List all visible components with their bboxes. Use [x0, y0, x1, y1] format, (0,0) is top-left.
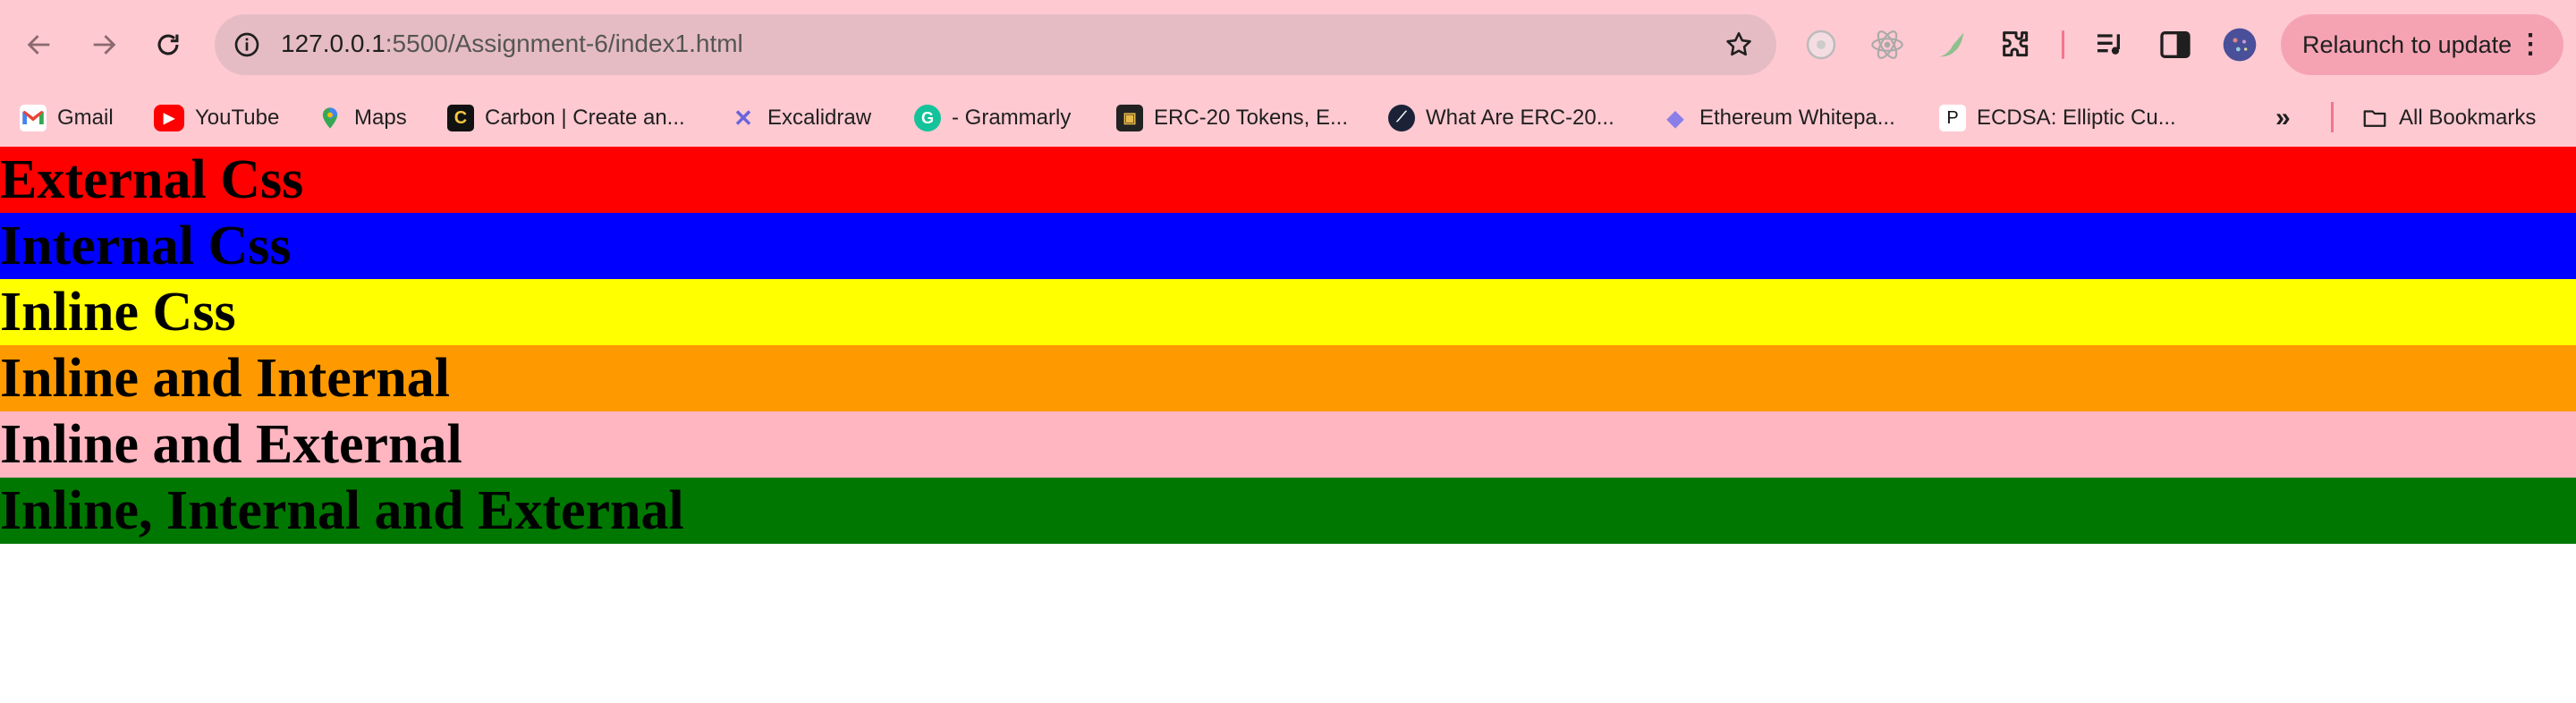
bookmark-label: Ethereum Whitepa...	[1699, 106, 1895, 130]
bookmark-label: ERC-20 Tokens, E...	[1154, 106, 1348, 130]
bookmark-star-icon[interactable]	[1721, 27, 1757, 63]
toolbar-separator	[2062, 30, 2064, 59]
bookmark-label: Maps	[354, 106, 407, 130]
address-bar[interactable]: 127.0.0.1:5500/Assignment-6/index1.html	[215, 14, 1776, 75]
bookmarks-overflow-button[interactable]: »	[2275, 98, 2291, 138]
youtube-icon: ▶	[154, 105, 184, 131]
bookmarks-separator	[2331, 102, 2334, 132]
arrow-left-icon	[27, 35, 50, 55]
bookmark-ecdsa[interactable]: P ECDSA: Elliptic Cu...	[1939, 98, 2176, 138]
bookmark-maps[interactable]: Maps	[317, 98, 407, 138]
back-button[interactable]	[14, 20, 64, 70]
gmail-icon	[20, 105, 47, 131]
bookmark-youtube[interactable]: ▶ YouTube	[154, 98, 279, 138]
carbon-icon: C	[447, 105, 474, 131]
all-bookmarks-label: All Bookmarks	[2399, 106, 2537, 130]
erc20-article-icon: ⟋	[1388, 105, 1415, 131]
ecdsa-site-icon: P	[1939, 105, 1966, 131]
bookmark-label: YouTube	[195, 106, 280, 130]
site-info-icon[interactable]	[229, 27, 265, 63]
bookmark-label: - Grammarly	[952, 106, 1072, 130]
browser-toolbar: 127.0.0.1:5500/Assignment-6/index1.html	[0, 0, 2576, 89]
side-panel-icon[interactable]	[2154, 23, 2197, 66]
extensions-puzzle-icon[interactable]	[1995, 23, 2038, 66]
bookmark-label: ECDSA: Elliptic Cu...	[1977, 106, 2176, 130]
forward-button[interactable]	[79, 20, 129, 70]
heading-external-css: External Css	[0, 147, 2576, 213]
media-queue-icon[interactable]	[2089, 23, 2132, 66]
double-chevron-right-icon: »	[2275, 103, 2291, 132]
relaunch-button[interactable]: Relaunch to update ⋮	[2281, 14, 2563, 75]
heading-inline-and-external: Inline and External	[0, 411, 2576, 478]
bookmark-label: Excalidraw	[767, 106, 872, 130]
erc20-site-icon: ▣	[1116, 105, 1143, 131]
bookmark-excalidraw[interactable]: ✕ Excalidraw	[730, 98, 871, 138]
ethereum-icon: ◆	[1666, 106, 1684, 131]
bookmarks-bar: Gmail ▶ YouTube Maps C Carbon | Create a…	[0, 89, 2576, 147]
heading-internal-css: Internal Css	[0, 213, 2576, 279]
heading-inline-internal-external: Inline, Internal and External	[0, 478, 2576, 544]
bookmark-label: Carbon | Create an...	[485, 106, 685, 130]
reload-button[interactable]	[143, 20, 193, 70]
more-menu-icon[interactable]: ⋮	[2517, 14, 2544, 75]
extension-leaf-icon[interactable]	[1930, 23, 1973, 66]
bookmark-ethereum-whitepaper[interactable]: ◆ Ethereum Whitepa...	[1662, 98, 1895, 138]
reload-icon	[157, 34, 179, 55]
bookmark-label: What Are ERC-20...	[1426, 106, 1614, 130]
bookmark-carbon[interactable]: C Carbon | Create an...	[447, 98, 685, 138]
page-content: External Css Internal Css Inline Css Inl…	[0, 147, 2576, 544]
url-text: 127.0.0.1:5500/Assignment-6/index1.html	[281, 30, 743, 58]
folder-icon	[2361, 105, 2388, 131]
bookmark-erc20-tokens[interactable]: ▣ ERC-20 Tokens, E...	[1116, 98, 1348, 138]
grammarly-icon: G	[914, 105, 941, 131]
bookmark-gmail[interactable]: Gmail	[20, 98, 114, 138]
bookmark-grammarly[interactable]: G - Grammarly	[914, 98, 1071, 138]
extension-timer-icon[interactable]	[1800, 23, 1843, 66]
profile-avatar-icon[interactable]	[2218, 23, 2261, 66]
url-path: :5500/Assignment-6/index1.html	[385, 30, 743, 57]
browser-chrome: 127.0.0.1:5500/Assignment-6/index1.html	[0, 0, 2576, 147]
maps-pin-icon	[317, 105, 343, 131]
heading-inline-css: Inline Css	[0, 279, 2576, 345]
extension-react-icon[interactable]	[1866, 23, 1909, 66]
excalidraw-icon: ✕	[733, 104, 753, 131]
arrow-right-icon	[93, 35, 116, 55]
url-host: 127.0.0.1	[281, 30, 386, 57]
all-bookmarks-button[interactable]: All Bookmarks	[2361, 98, 2536, 138]
bookmark-what-are-erc20[interactable]: ⟋ What Are ERC-20...	[1388, 98, 1614, 138]
heading-inline-and-internal: Inline and Internal	[0, 345, 2576, 411]
relaunch-label: Relaunch to update	[2302, 31, 2512, 58]
bookmark-label: Gmail	[57, 106, 114, 130]
